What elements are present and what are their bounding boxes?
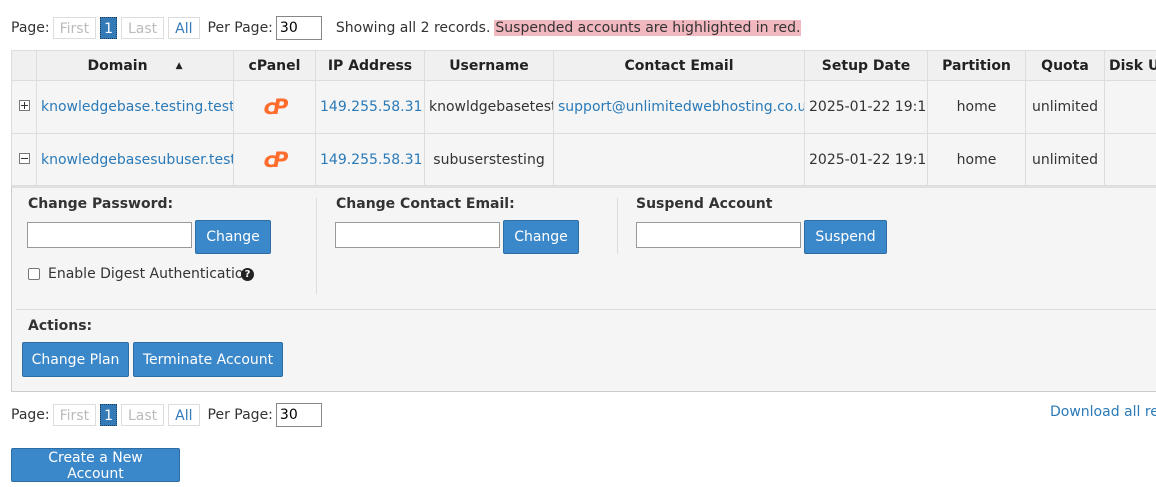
showing-records-text: Showing all 2 records. <box>335 20 491 36</box>
suspend-reason-input[interactable] <box>636 222 801 248</box>
cpanel-logo-icon[interactable]: cP <box>264 148 289 172</box>
suspend-button[interactable]: Suspend <box>804 220 887 254</box>
sort-asc-icon: ▲ <box>175 60 183 71</box>
quota-cell: unlimited <box>1025 80 1105 134</box>
expand-plus-icon[interactable] <box>18 100 30 111</box>
col-setup-date[interactable]: Setup Date <box>804 50 928 81</box>
setup-date-cell: 2025-01-22 19:12 <box>804 80 928 134</box>
col-domain[interactable]: Domain ▲ <box>36 50 234 81</box>
divider <box>16 309 1156 310</box>
setup-date-cell: 2025-01-22 19:16 <box>804 133 928 186</box>
col-quota[interactable]: Quota <box>1025 50 1105 81</box>
per-page-input[interactable] <box>275 403 322 427</box>
per-page-label: Per Page: <box>207 407 273 423</box>
help-question-icon[interactable]: ? <box>241 268 254 281</box>
change-email-input[interactable] <box>335 222 500 248</box>
change-password-title: Change Password: <box>28 196 174 212</box>
cpanel-logo-icon[interactable]: cP <box>264 95 289 119</box>
change-email-title: Change Contact Email: <box>336 196 515 212</box>
pager-all-button[interactable]: All <box>168 404 200 426</box>
contact-email-link[interactable]: support@unlimitedwebhosting.co.uk <box>558 99 804 115</box>
table-row: knowledgebasesubuser.test cP 149.255.58.… <box>11 133 1156 186</box>
divider <box>316 198 317 294</box>
col-contact-email[interactable]: Contact Email <box>553 50 805 81</box>
terminate-account-button[interactable]: Terminate Account <box>133 342 283 377</box>
pager-first-button[interactable]: First <box>52 17 97 39</box>
pager-current-page[interactable]: 1 <box>100 17 117 39</box>
username-cell: subuserstesting <box>424 133 554 186</box>
bottom-pager: Page: First 1 Last All Per Page: <box>11 403 322 427</box>
actions-title: Actions: <box>28 318 93 334</box>
top-pager: Page: First 1 Last All Per Page: Showing… <box>11 16 802 40</box>
collapse-minus-icon[interactable] <box>18 152 30 164</box>
col-disk-usage[interactable]: Disk U <box>1104 50 1156 81</box>
pager-all-button[interactable]: All <box>168 17 200 39</box>
disk-usage-cell <box>1104 80 1156 134</box>
digest-auth-label: Enable Digest Authentication <box>48 266 253 282</box>
change-password-input[interactable] <box>27 222 192 248</box>
pager-last-button[interactable]: Last <box>121 404 165 426</box>
domain-link[interactable]: knowledgebase.testing.test <box>41 99 233 115</box>
contact-email-cell <box>553 133 805 186</box>
pager-first-button[interactable]: First <box>52 404 97 426</box>
table-row: knowledgebase.testing.test cP 149.255.58… <box>11 80 1156 134</box>
quota-cell: unlimited <box>1025 133 1105 186</box>
create-new-account-button[interactable]: Create a New Account <box>11 448 180 482</box>
per-page-label: Per Page: <box>207 20 273 36</box>
download-all-records-link[interactable]: Download all rec <box>1050 404 1156 420</box>
pager-current-page[interactable]: 1 <box>100 404 117 426</box>
change-plan-button[interactable]: Change Plan <box>22 342 129 377</box>
username-cell: knowldgebasetest <box>424 80 554 134</box>
col-username[interactable]: Username <box>424 50 554 81</box>
change-password-button[interactable]: Change <box>195 220 271 254</box>
partition-cell: home <box>927 133 1026 186</box>
per-page-input[interactable] <box>275 16 322 40</box>
digest-auth-checkbox[interactable] <box>28 268 40 280</box>
partition-cell: home <box>927 80 1026 134</box>
col-cpanel[interactable]: cPanel <box>233 50 316 81</box>
ip-address-link[interactable]: 149.255.58.31 <box>320 152 422 168</box>
col-partition[interactable]: Partition <box>927 50 1026 81</box>
disk-usage-cell <box>1104 133 1156 186</box>
suspend-account-title: Suspend Account <box>636 196 773 212</box>
pager-last-button[interactable]: Last <box>121 17 165 39</box>
page-label: Page: <box>11 20 50 36</box>
divider <box>617 198 618 254</box>
domain-link[interactable]: knowledgebasesubuser.test <box>41 152 233 168</box>
change-email-button[interactable]: Change <box>503 220 579 254</box>
account-details-panel: Change Password: Change Enable Digest Au… <box>11 186 1156 392</box>
accounts-table: Domain ▲ cPanel IP Address Username Conta… <box>11 50 1156 186</box>
page-label: Page: <box>11 407 50 423</box>
suspended-highlight-note: Suspended accounts are highlighted in re… <box>494 20 802 36</box>
col-toggle <box>11 50 37 81</box>
col-ip-address[interactable]: IP Address <box>315 50 425 81</box>
ip-address-link[interactable]: 149.255.58.31 <box>320 99 422 115</box>
